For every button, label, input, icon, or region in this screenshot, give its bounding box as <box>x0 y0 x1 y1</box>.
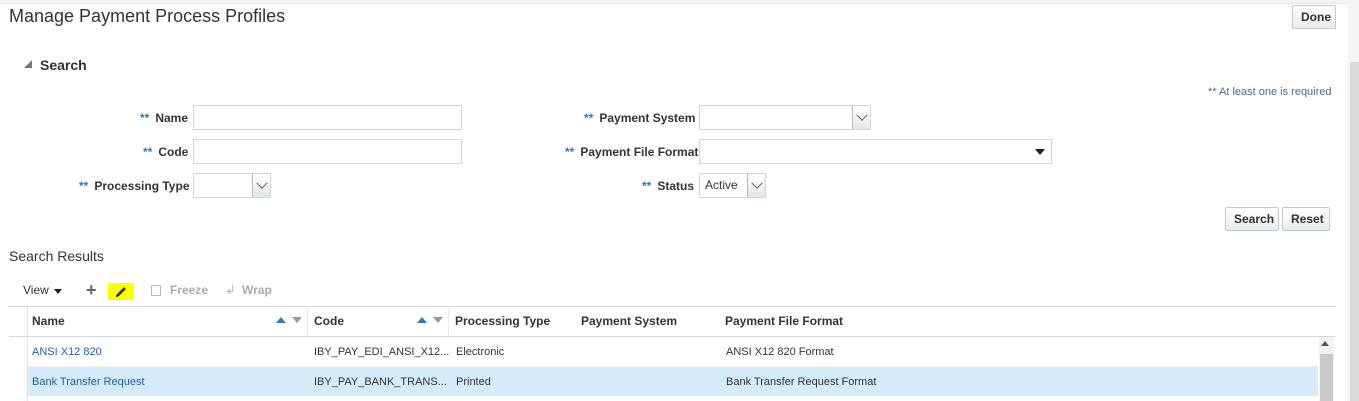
freeze-button[interactable]: Freeze <box>170 283 208 297</box>
sort-ascending-icon[interactable] <box>276 317 286 323</box>
column-header-name[interactable]: Name <box>32 314 65 328</box>
plus-icon[interactable]: + <box>86 281 97 299</box>
name-label: ** Name <box>140 111 189 125</box>
code-input[interactable] <box>193 139 462 164</box>
row-name-link[interactable]: ANSI X12 820 <box>32 346 102 358</box>
scroll-up-icon[interactable] <box>1321 341 1329 346</box>
processing-type-label: ** Processing Type <box>79 179 190 193</box>
column-divider <box>448 308 449 336</box>
required-marker: ** <box>143 145 153 159</box>
page-scrollbar-thumb[interactable] <box>1350 62 1359 401</box>
chevron-down-icon[interactable] <box>252 174 270 197</box>
required-marker: ** <box>584 111 594 125</box>
status-label: ** Status <box>642 179 695 193</box>
table-row-selected[interactable]: Bank Transfer Request IBY_PAY_BANK_TRANS… <box>28 367 1318 396</box>
required-marker: ** <box>140 111 150 125</box>
pencil-icon[interactable] <box>108 283 134 300</box>
required-marker: ** <box>79 179 89 193</box>
column-header-code[interactable]: Code <box>314 314 344 328</box>
wrap-icon: ↲ <box>225 282 236 297</box>
row-payment-file-format: Bank Transfer Request Format <box>726 376 877 388</box>
column-header-payment-file-format[interactable]: Payment File Format <box>725 314 843 328</box>
row-processing-type: Electronic <box>456 346 505 358</box>
row-payment-file-format: ANSI X12 820 Format <box>726 346 834 358</box>
code-label: ** Code <box>143 145 189 159</box>
row-name-link[interactable]: Bank Transfer Request <box>32 376 145 388</box>
table-row[interactable]: ANSI X12 820 IBY_PAY_EDI_ANSI_X12... Ele… <box>28 337 1318 366</box>
required-note: ** At least one is required <box>1208 86 1332 98</box>
table-top-border <box>9 306 1336 307</box>
payment-system-label: ** Payment System <box>584 111 696 125</box>
page-title: Manage Payment Process Profiles <box>9 6 286 26</box>
name-input[interactable] <box>193 105 462 130</box>
column-header-processing-type[interactable]: Processing Type <box>455 314 550 328</box>
table-scrollbar-thumb[interactable] <box>1320 354 1333 401</box>
reset-button[interactable]: Reset <box>1282 207 1330 231</box>
column-divider <box>307 308 308 336</box>
sort-ascending-icon[interactable] <box>417 317 427 323</box>
row-code: IBY_PAY_EDI_ANSI_X12... <box>314 346 450 358</box>
processing-type-select[interactable] <box>193 173 271 198</box>
freeze-icon <box>151 285 161 296</box>
sort-descending-icon[interactable] <box>292 317 302 323</box>
payment-system-select[interactable] <box>699 105 871 130</box>
chevron-down-icon[interactable] <box>852 106 870 129</box>
payment-file-format-label: ** Payment File Format <box>565 145 699 159</box>
required-marker: ** <box>642 179 652 193</box>
wrap-button[interactable]: Wrap <box>242 283 272 297</box>
search-button[interactable]: Search <box>1225 207 1279 231</box>
sort-descending-icon[interactable] <box>433 317 443 323</box>
search-section-header[interactable]: Search <box>40 57 87 73</box>
chevron-down-icon[interactable] <box>747 174 765 197</box>
view-menu[interactable]: View <box>23 283 49 297</box>
row-code: IBY_PAY_BANK_TRANS... <box>314 376 447 388</box>
view-menu-arrow-icon[interactable] <box>54 289 62 294</box>
collapse-triangle-icon[interactable] <box>24 60 32 68</box>
search-results-title: Search Results <box>9 248 104 264</box>
payment-file-format-select[interactable] <box>699 139 1052 164</box>
done-button[interactable]: Done <box>1292 5 1336 29</box>
status-select[interactable]: Active <box>699 173 766 198</box>
row-processing-type: Printed <box>456 376 491 388</box>
column-header-payment-system[interactable]: Payment System <box>581 314 677 328</box>
top-strip <box>0 0 1359 4</box>
required-marker: ** <box>565 145 575 159</box>
chevron-down-icon[interactable] <box>1029 140 1051 163</box>
